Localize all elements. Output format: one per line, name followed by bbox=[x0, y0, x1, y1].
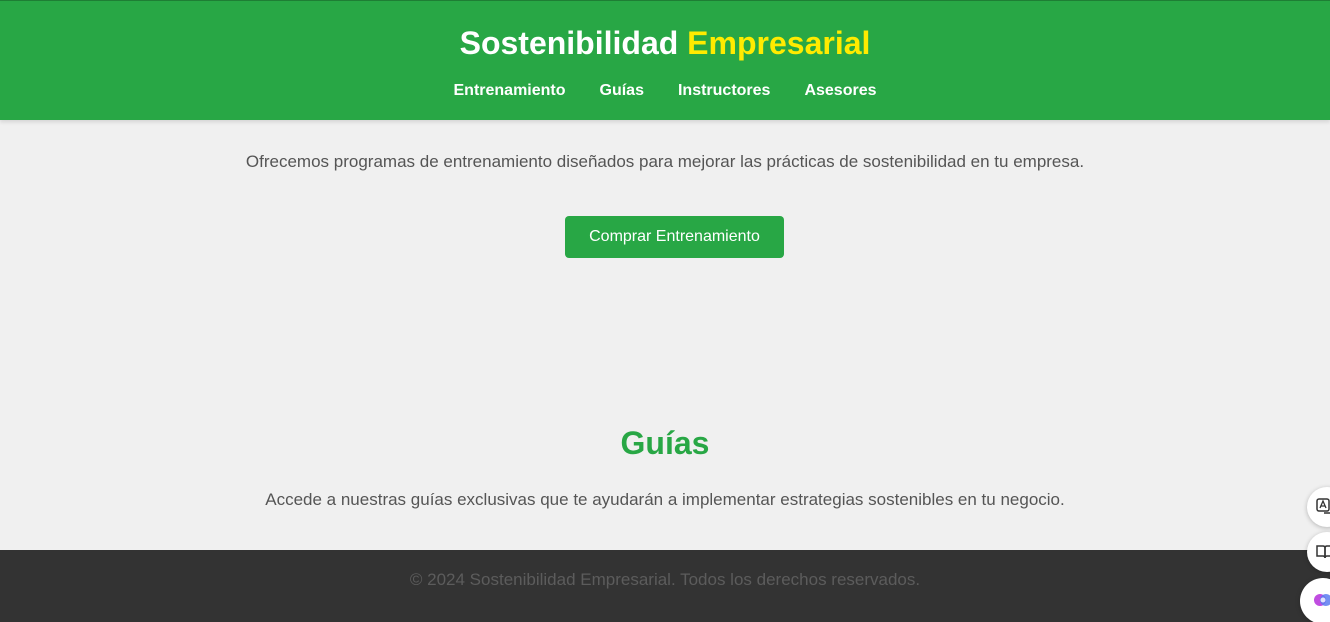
site-footer: © 2024 Sostenibilidad Empresarial. Todos… bbox=[0, 550, 1330, 622]
nav-link-guias[interactable]: Guías bbox=[600, 81, 644, 101]
reader-icon bbox=[1316, 545, 1330, 559]
page: Sostenibilidad Empresarial Entrenamiento… bbox=[0, 0, 1330, 622]
buy-training-button[interactable]: Comprar Entrenamiento bbox=[565, 216, 784, 258]
nav-link-instructores[interactable]: Instructores bbox=[678, 81, 770, 101]
site-header: Sostenibilidad Empresarial Entrenamiento… bbox=[0, 0, 1330, 120]
site-title-main: Sostenibilidad bbox=[459, 25, 679, 61]
nav-link-entrenamiento[interactable]: Entrenamiento bbox=[454, 81, 566, 101]
site-title-accent: Empresarial bbox=[687, 25, 871, 61]
main-nav: Entrenamiento Guías Instructores Asesore… bbox=[0, 81, 1330, 101]
translate-icon bbox=[1316, 498, 1330, 514]
site-title: Sostenibilidad Empresarial bbox=[0, 25, 1330, 61]
guides-description: Accede a nuestras guías exclusivas que t… bbox=[265, 490, 1065, 509]
nav-link-asesores[interactable]: Asesores bbox=[804, 81, 876, 101]
footer-copyright: © 2024 Sostenibilidad Empresarial. Todos… bbox=[409, 570, 921, 589]
ai-assistant-icon bbox=[1314, 594, 1330, 606]
guides-title: Guías bbox=[620, 425, 710, 461]
training-description: Ofrecemos programas de entrenamiento dis… bbox=[245, 152, 1085, 171]
